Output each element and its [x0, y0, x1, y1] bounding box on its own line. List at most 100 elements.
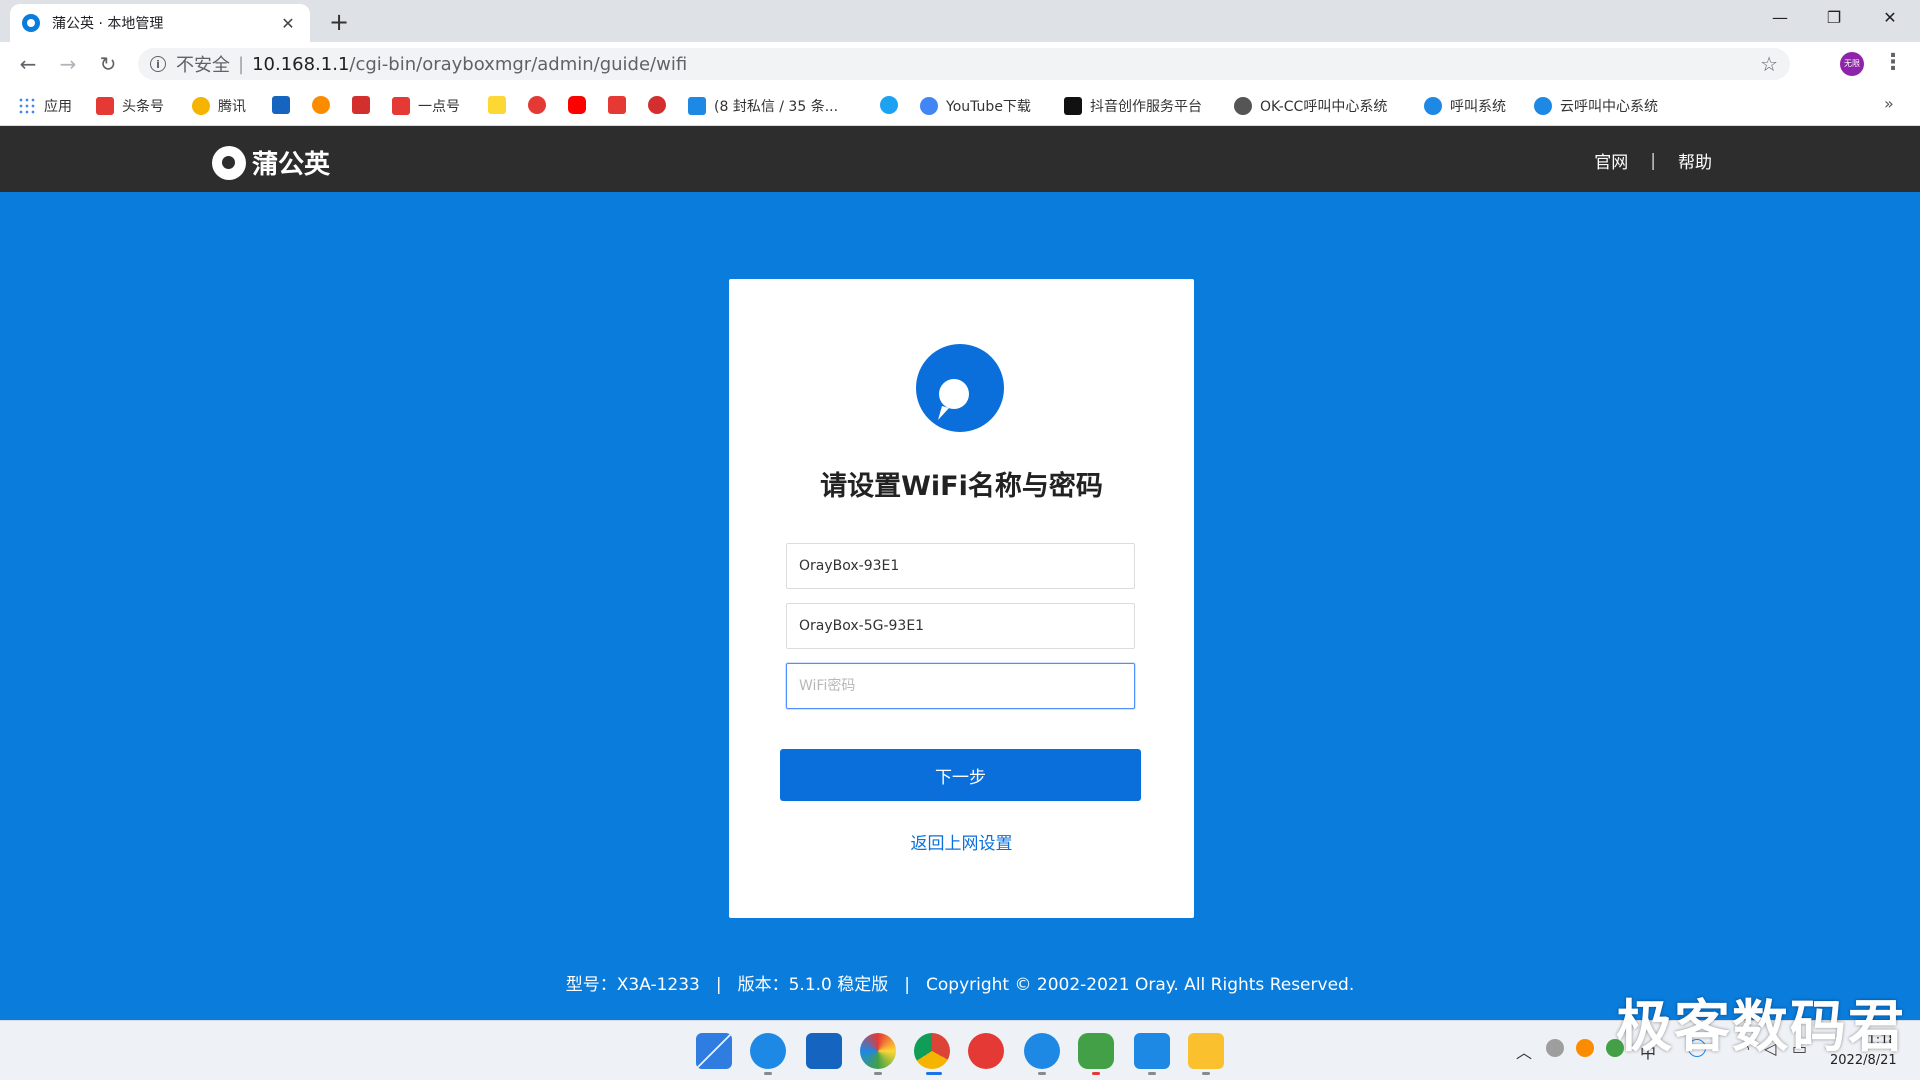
tray-overflow-icon[interactable]: ︿ — [1516, 1039, 1532, 1063]
baidu-paw-icon — [272, 96, 290, 114]
call-system-icon — [1424, 97, 1442, 115]
bookmark-tencent[interactable]: 腾讯 — [192, 96, 246, 116]
running-indicator — [1038, 1072, 1046, 1075]
youtube-icon — [568, 96, 586, 114]
bookmark-kuaibao[interactable] — [608, 96, 634, 114]
windows-start-icon[interactable] — [696, 1033, 732, 1069]
chrome-icon[interactable] — [914, 1033, 950, 1069]
toutiao-icon — [96, 97, 114, 115]
bookmark-call-system[interactable]: 呼叫系统 — [1424, 96, 1506, 116]
qq-tray-icon[interactable] — [1576, 1039, 1594, 1057]
globe-icon — [1234, 97, 1252, 115]
wps-writer-icon[interactable] — [1134, 1033, 1170, 1069]
bookmark-toutiao[interactable]: 头条号 — [96, 96, 164, 116]
apps-grid-icon — [18, 97, 36, 115]
bookmark-sohu[interactable] — [488, 96, 514, 114]
brand-name: 蒲公英 — [252, 150, 331, 180]
twitter-bird-icon — [880, 96, 898, 114]
tray-app-icon[interactable] — [1546, 1039, 1564, 1057]
zhihu-icon — [688, 97, 706, 115]
next-step-button[interactable]: 下一步 — [780, 749, 1141, 801]
restore-icon[interactable]: ❐ — [1806, 0, 1862, 36]
wifi-setup-card: 请设置WiFi名称与密码 下一步 返回上网设置 — [729, 279, 1194, 918]
browser-tab-active[interactable]: 蒲公英 · 本地管理 ✕ — [10, 4, 310, 42]
bookmark-star-icon[interactable]: ☆ — [1760, 52, 1778, 76]
watermark: 极客数码君 — [1616, 995, 1906, 1060]
wechat-icon[interactable] — [1078, 1033, 1114, 1069]
bookmark-orange[interactable] — [312, 96, 338, 114]
model-info: 型号：X3A-1233 — [565, 975, 700, 995]
bookmark-weibo[interactable] — [648, 96, 674, 114]
running-indicator — [1092, 1072, 1100, 1075]
dandelion-logo-icon — [212, 145, 246, 180]
bookmark-zhihu[interactable]: (8 封私信 / 35 条... — [688, 96, 838, 116]
top-nav: 官网 | 帮助 — [1594, 148, 1712, 174]
ssid-5g-input[interactable] — [786, 603, 1135, 649]
bookmark-baidu[interactable] — [272, 96, 298, 114]
netease-icon — [352, 96, 370, 114]
person-icon — [1534, 97, 1552, 115]
minimize-icon[interactable]: — — [1752, 0, 1808, 36]
bookmarks-overflow-icon[interactable]: » — [1884, 94, 1894, 113]
edge-browser-icon[interactable] — [750, 1033, 786, 1069]
tab-close-icon[interactable]: ✕ — [278, 14, 298, 33]
bookmark-youtube[interactable] — [568, 96, 594, 114]
bookmark-weibo-red[interactable] — [528, 96, 554, 114]
bookmark-douyin[interactable]: 抖音创作服务平台 — [1064, 96, 1202, 116]
forward-arrow-icon[interactable]: → — [54, 50, 82, 78]
back-arrow-icon[interactable]: ← — [14, 50, 42, 78]
url-host: 10.168.1.1 — [252, 53, 350, 75]
url-path: /cgi-bin/orayboxmgr/admin/guide/wifi — [349, 53, 688, 75]
reload-icon[interactable]: ↻ — [94, 50, 122, 78]
tencent-icon — [192, 97, 210, 115]
security-label: 不安全 — [176, 55, 230, 76]
qq-browser-icon[interactable] — [1024, 1033, 1060, 1069]
store-icon[interactable] — [806, 1033, 842, 1069]
browser-menu-icon[interactable]: ⋮ — [1882, 50, 1904, 75]
bookmark-yidian[interactable]: 一点号 — [392, 96, 460, 116]
dandelion-logo-icon — [916, 344, 1004, 432]
help-link[interactable]: 帮助 — [1678, 148, 1712, 173]
back-to-internet-settings-link[interactable]: 返回上网设置 — [729, 829, 1194, 854]
active-indicator — [926, 1072, 942, 1075]
opera-icon[interactable] — [968, 1033, 1004, 1069]
version-info: 版本：5.1.0 稳定版 — [737, 975, 889, 995]
bookmark-cloud-call[interactable]: 云呼叫中心系统 — [1534, 96, 1658, 116]
running-indicator — [1148, 1072, 1156, 1075]
red-swirl-icon — [528, 96, 546, 114]
bookmark-twitter[interactable] — [880, 96, 906, 114]
footer-divider: | — [904, 975, 911, 995]
wifi-password-input[interactable] — [786, 663, 1135, 709]
dandelion-favicon-icon — [22, 14, 40, 32]
official-site-link[interactable]: 官网 — [1594, 148, 1628, 173]
bookmark-okcc[interactable]: OK-CC呼叫中心系统 — [1234, 96, 1387, 116]
bookmarks-bar: 应用 头条号 腾讯 一点号 (8 封私信 / 35 条... YouTube下载… — [0, 86, 1920, 126]
address-bar[interactable]: i 不安全 | 10.168.1.1 /cgi-bin/orayboxmgr/a… — [138, 48, 1790, 80]
browser-tab-strip: 蒲公英 · 本地管理 ✕ + — ❐ ✕ — [0, 0, 1920, 42]
yidian-icon — [392, 97, 410, 115]
address-separator: | — [238, 53, 245, 75]
weibo-icon — [648, 96, 666, 114]
app-header: 蒲公英 官网 | 帮助 — [0, 126, 1920, 192]
kuaibao-icon — [608, 96, 626, 114]
bookmark-apps[interactable]: 应用 — [18, 96, 72, 116]
new-tab-button[interactable]: + — [324, 7, 354, 37]
ssid-24g-input[interactable] — [786, 543, 1135, 589]
copyright: Copyright © 2002-2021 Oray. All Rights R… — [926, 975, 1355, 995]
footer-divider: | — [715, 975, 722, 995]
brand-logo[interactable]: 蒲公英 — [212, 144, 330, 181]
photos-app-icon[interactable] — [860, 1033, 896, 1069]
bookmark-netease[interactable] — [352, 96, 378, 114]
sohu-icon — [488, 96, 506, 114]
running-indicator — [1202, 1072, 1210, 1075]
file-explorer-icon[interactable] — [1188, 1033, 1224, 1069]
orange-swirl-icon — [312, 96, 330, 114]
running-indicator — [764, 1072, 772, 1075]
site-info-icon[interactable]: i — [150, 56, 166, 72]
nav-divider: | — [1650, 150, 1656, 171]
window-close-icon[interactable]: ✕ — [1862, 0, 1918, 36]
download-arrow-icon — [920, 97, 938, 115]
profile-avatar[interactable]: 无限 — [1840, 52, 1864, 76]
bookmark-youtube-download[interactable]: YouTube下载 — [920, 96, 1031, 116]
running-indicator — [874, 1072, 882, 1075]
